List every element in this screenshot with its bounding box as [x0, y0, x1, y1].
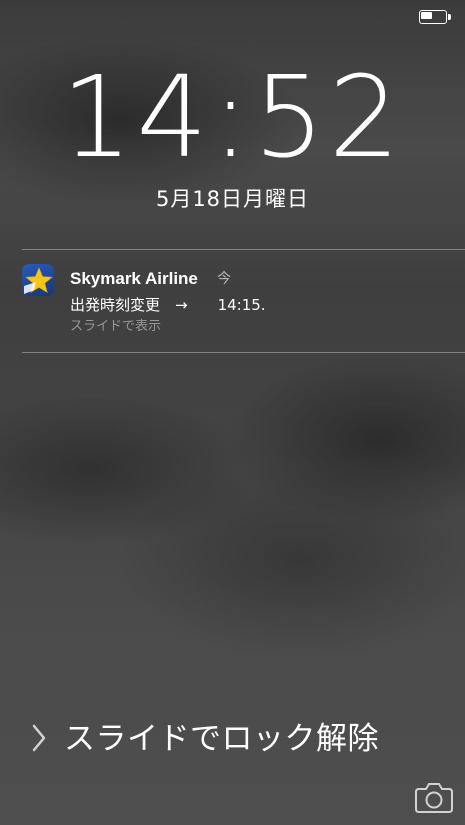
- notification-top-divider: [22, 249, 465, 250]
- notification-app-name: Skymark Airline: [70, 269, 198, 288]
- notification-hint: スライドで表示: [70, 319, 162, 334]
- lock-clock: 14:52: [61, 53, 404, 183]
- chevron-right-icon: [32, 724, 46, 752]
- notification-time: 今: [217, 271, 231, 287]
- star-logo-icon: [22, 264, 54, 296]
- notification-card[interactable]: Skymark Airline 今 出発時刻変更 → 14:15. スライドで表…: [22, 262, 452, 342]
- lock-date: 5月18日月曜日: [155, 187, 310, 211]
- notification-message: 出発時刻変更 → 14:15.: [70, 296, 266, 314]
- battery-fill: [421, 12, 432, 19]
- slide-to-unlock-label: スライドでロック解除: [64, 721, 379, 757]
- battery-tip: [448, 14, 451, 20]
- slide-to-unlock[interactable]: スライドでロック解除: [30, 714, 430, 764]
- camera-icon[interactable]: [415, 781, 453, 813]
- battery-icon: [419, 10, 451, 24]
- notification-bottom-divider: [22, 352, 465, 353]
